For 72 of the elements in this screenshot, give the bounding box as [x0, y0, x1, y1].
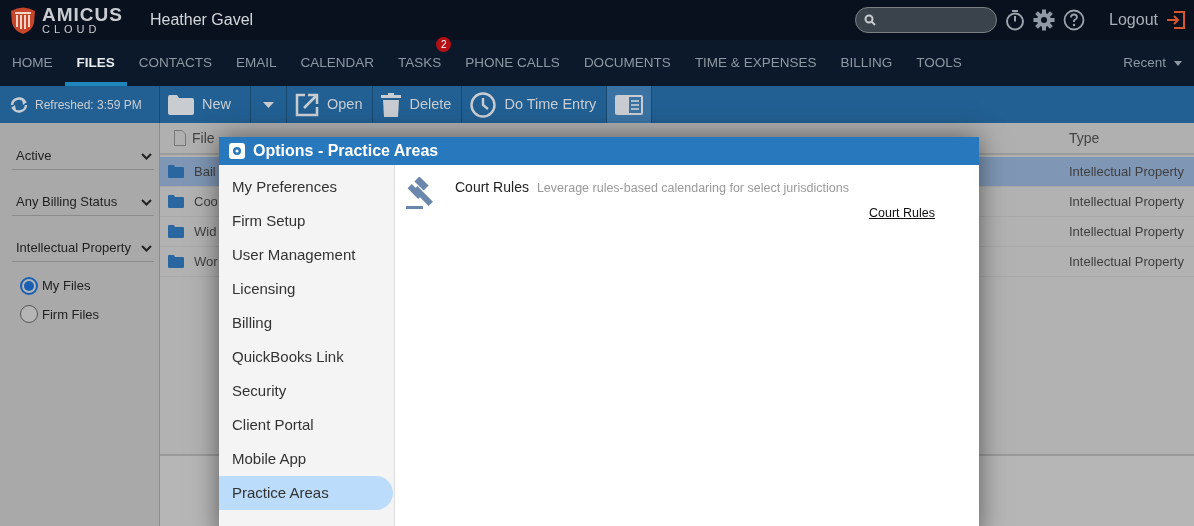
dialog-menu-item[interactable]: Security [219, 374, 393, 408]
search-field[interactable] [855, 7, 998, 33]
table-cell-text: Intellectual Property [1069, 222, 1185, 241]
column-header[interactable]: Type [1069, 127, 1194, 149]
folder-icon [168, 255, 184, 268]
nav-tab[interactable]: EMAIL [224, 40, 289, 86]
dialog-menu-item[interactable]: Client Portal [219, 408, 393, 442]
user-name: Heather Gavel [149, 10, 254, 30]
chevron-icon [141, 198, 152, 206]
refresh-time: Refreshed: 3:59 PM [35, 96, 142, 114]
area-title: Court Rules [455, 178, 529, 197]
dialog-menu-item[interactable]: Billing [219, 306, 393, 340]
chevron-icon [141, 152, 152, 160]
dialog-menu-item[interactable]: My Preferences [219, 170, 393, 204]
caret-icon [263, 101, 274, 108]
dialog-menu-item[interactable]: Firm Setup [219, 204, 393, 238]
radio-button[interactable] [20, 276, 38, 295]
area-description: Leverage rules-based calendaring for select jurisdictions [536, 180, 849, 197]
nav-tab[interactable]: DOCUMENTS [571, 40, 683, 86]
nav-tab[interactable]: HOME [0, 40, 65, 86]
timer-icon[interactable] [1005, 9, 1026, 31]
logout-icon[interactable] [1166, 10, 1186, 30]
logo-icon [8, 5, 38, 35]
table-cell-text: Coo [194, 192, 218, 211]
table-cell-text: Intellectual Property [1069, 162, 1185, 181]
settings-icon[interactable] [1033, 9, 1056, 31]
nav-tab[interactable]: FILES [64, 40, 127, 86]
panel-icon [615, 94, 644, 115]
court-rules-link[interactable]: Court Rules [869, 204, 935, 223]
nav-tab[interactable]: CONTACTS [126, 40, 224, 86]
folder-icon [168, 165, 184, 178]
dialog-title: Options - Practice Areas [253, 141, 439, 161]
help-icon[interactable] [1063, 9, 1086, 31]
table-cell-text: Intellectual Property [1069, 192, 1185, 211]
dialog-menu-item[interactable]: QuickBooks Link [219, 340, 393, 374]
logo-text: AMICUS [42, 5, 123, 24]
nav-tab[interactable]: TOOLS [904, 40, 974, 86]
panel-toggle-button[interactable] [607, 86, 653, 123]
refresh-icon[interactable] [8, 95, 30, 114]
folder-icon [168, 195, 184, 208]
filter-select[interactable]: Active [12, 143, 154, 170]
chevron-icon [141, 244, 152, 252]
table-cell-text: Wid [194, 222, 217, 241]
nav-tab[interactable]: BILLING [828, 40, 905, 86]
logout-link[interactable]: Logout [1109, 8, 1158, 32]
folder-icon [168, 94, 194, 115]
recent-dropdown[interactable]: Recent [1111, 40, 1194, 86]
nav-tab[interactable]: PHONE CALLS [453, 40, 572, 86]
folder-icon [168, 225, 184, 238]
open-external-icon [295, 92, 319, 117]
dialog-menu-item[interactable]: Practice Areas [219, 476, 393, 510]
filter-select[interactable]: Any Billing Status [12, 189, 154, 216]
caret-icon [1174, 60, 1182, 66]
radio-label[interactable]: My Files [42, 276, 91, 296]
nav-tab[interactable]: TIME & EXPENSES [682, 40, 829, 86]
radio-button[interactable] [20, 305, 38, 324]
table-cell-text: Intellectual Property [1069, 252, 1185, 271]
trash-icon [381, 92, 402, 117]
logo-subtext: CLOUD [42, 24, 102, 35]
dialog-menu-item[interactable]: Licensing [219, 272, 393, 306]
document-icon [174, 130, 186, 146]
column-header[interactable]: File [192, 127, 215, 149]
clock-icon [470, 91, 497, 118]
dialog-menu-item[interactable]: Mobile App [219, 442, 393, 476]
dialog-menu-item[interactable]: User Management [219, 238, 393, 272]
radio-label[interactable]: Firm Files [42, 304, 100, 324]
settings-icon [229, 143, 245, 159]
table-cell-text: Bail [194, 162, 216, 181]
filter-select[interactable]: Intellectual Property [12, 235, 154, 262]
table-cell-text: Wor [194, 252, 218, 271]
nav-tab[interactable]: CALENDAR [288, 40, 387, 86]
search-icon [864, 14, 877, 26]
